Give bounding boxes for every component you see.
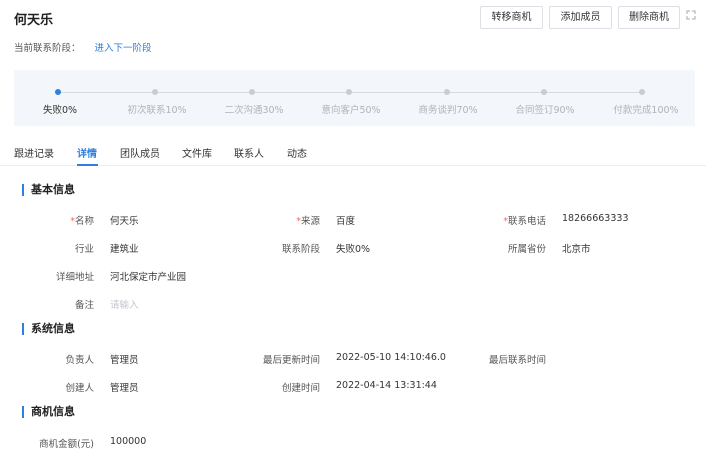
step-label-5[interactable]: 合同签订90% — [515, 102, 574, 116]
tab-files[interactable]: 文件库 — [182, 145, 212, 160]
last-updated-label: 最后更新时间 — [262, 355, 320, 366]
address-value[interactable]: 河北保定市产业园 — [110, 269, 186, 283]
name-value[interactable]: 何天乐 — [110, 213, 139, 227]
stage-field-value[interactable]: 失败0% — [336, 241, 370, 255]
phone-label: *联系电话 — [503, 216, 546, 227]
current-stage-row: 当前联系阶段： 进入下一阶段 — [14, 40, 152, 54]
step-dot-6[interactable] — [639, 89, 645, 95]
active-tab-indicator — [77, 164, 98, 166]
last-updated-value: 2022-05-10 14:10:46.0 — [336, 352, 446, 363]
tab-contacts[interactable]: 联系人 — [234, 145, 264, 160]
step-dot-2[interactable] — [249, 89, 255, 95]
transfer-button[interactable]: 转移商机 — [480, 6, 543, 29]
tab-activity[interactable]: 动态 — [287, 145, 307, 160]
created-time-label: 创建时间 — [281, 383, 320, 394]
header: 何天乐 转移商机 添加成员 删除商机 — [0, 0, 706, 36]
section-opportunity-info: 商机信息 — [22, 406, 75, 418]
step-label-4[interactable]: 商务谈判70% — [418, 102, 477, 116]
step-dot-4[interactable] — [444, 89, 450, 95]
delete-button[interactable]: 删除商机 — [618, 6, 680, 29]
tab-details[interactable]: 详情 — [77, 145, 97, 160]
creator-label: 创建人 — [65, 383, 94, 394]
creator-value: 管理员 — [110, 383, 139, 394]
industry-label: 行业 — [74, 244, 94, 255]
step-label-0[interactable]: 失败0% — [43, 102, 77, 116]
created-time-value: 2022-04-14 13:31:44 — [336, 380, 437, 391]
amount-value[interactable]: 100000 — [110, 436, 146, 447]
source-label: *来源 — [296, 216, 320, 227]
step-label-3[interactable]: 意向客户50% — [321, 102, 380, 116]
step-dot-0[interactable] — [55, 89, 61, 95]
next-stage-link[interactable]: 进入下一阶段 — [95, 43, 152, 54]
last-contact-label: 最后联系时间 — [488, 355, 546, 366]
province-value[interactable]: 北京市 — [562, 241, 591, 255]
phone-value[interactable]: 18266663333 — [562, 213, 629, 224]
stage-progress: 失败0% 初次联系10% 二次沟通30% 意向客户50% 商务谈判70% 合同签… — [14, 70, 695, 126]
industry-value[interactable]: 建筑业 — [110, 241, 139, 255]
fullscreen-icon[interactable] — [686, 10, 696, 20]
detail-tabs: 跟进记录 详情 团队成员 文件库 联系人 动态 — [0, 142, 706, 166]
step-dot-3[interactable] — [346, 89, 352, 95]
owner-label: 负责人 — [65, 355, 94, 366]
name-label: *名称 — [70, 216, 94, 227]
section-system-info: 系统信息 — [22, 323, 75, 335]
current-stage-label: 当前联系阶段： — [14, 43, 81, 54]
amount-label: 商机金额(元) — [39, 439, 94, 450]
section-basic-info: 基本信息 — [22, 184, 75, 196]
stage-field-label: 联系阶段 — [281, 244, 320, 255]
tab-team-members[interactable]: 团队成员 — [120, 145, 160, 160]
address-label: 详细地址 — [55, 272, 94, 283]
note-input[interactable]: 请输入 — [110, 297, 139, 311]
add-member-button[interactable]: 添加成员 — [549, 6, 612, 29]
source-value[interactable]: 百度 — [336, 213, 355, 227]
step-dot-1[interactable] — [152, 89, 158, 95]
note-label: 备注 — [74, 300, 94, 311]
province-label: 所属省份 — [507, 244, 546, 255]
owner-value: 管理员 — [110, 355, 139, 366]
step-label-2[interactable]: 二次沟通30% — [224, 102, 283, 116]
step-label-6[interactable]: 付款完成100% — [613, 102, 678, 116]
tab-follow-up[interactable]: 跟进记录 — [14, 145, 54, 160]
page-title: 何天乐 — [14, 13, 54, 28]
step-label-1[interactable]: 初次联系10% — [127, 102, 186, 116]
step-dot-5[interactable] — [541, 89, 547, 95]
